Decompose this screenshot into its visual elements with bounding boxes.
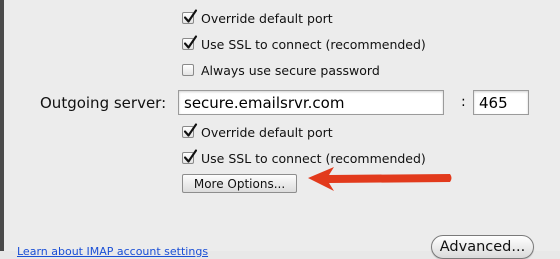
account-settings-pane: Override default port Use SSL to connect… <box>4 0 560 259</box>
advanced-button[interactable]: Advanced... <box>431 235 534 259</box>
port-separator: : <box>461 94 466 110</box>
outgoing-server-label: Outgoing server: <box>40 94 167 112</box>
checkbox-checked-icon[interactable] <box>182 149 198 164</box>
incoming-override-port-checkbox[interactable]: Override default port <box>182 9 333 27</box>
checkbox-checked-icon[interactable] <box>182 9 198 24</box>
checkbox-label: Override default port <box>201 124 333 140</box>
checkbox-label: Use SSL to connect (recommended) <box>201 36 426 52</box>
red-arrow-annotation-icon <box>308 167 452 191</box>
checkbox-label: Always use secure password <box>201 62 380 78</box>
checkbox-checked-icon[interactable] <box>182 123 198 138</box>
checkbox-unchecked-icon[interactable] <box>182 64 194 76</box>
checkbox-label: Override default port <box>201 10 333 26</box>
more-options-button[interactable]: More Options... <box>182 174 297 193</box>
always-use-secure-password-checkbox[interactable]: Always use secure password <box>182 61 380 79</box>
checkbox-checked-icon[interactable] <box>182 35 198 50</box>
outgoing-override-port-checkbox[interactable]: Override default port <box>182 123 333 141</box>
outgoing-server-input[interactable]: secure.emailsrvr.com <box>178 90 444 115</box>
learn-imap-settings-link[interactable]: Learn about IMAP account settings <box>17 245 208 258</box>
incoming-use-ssl-checkbox[interactable]: Use SSL to connect (recommended) <box>182 35 426 53</box>
outgoing-port-input[interactable]: 465 <box>473 90 529 115</box>
